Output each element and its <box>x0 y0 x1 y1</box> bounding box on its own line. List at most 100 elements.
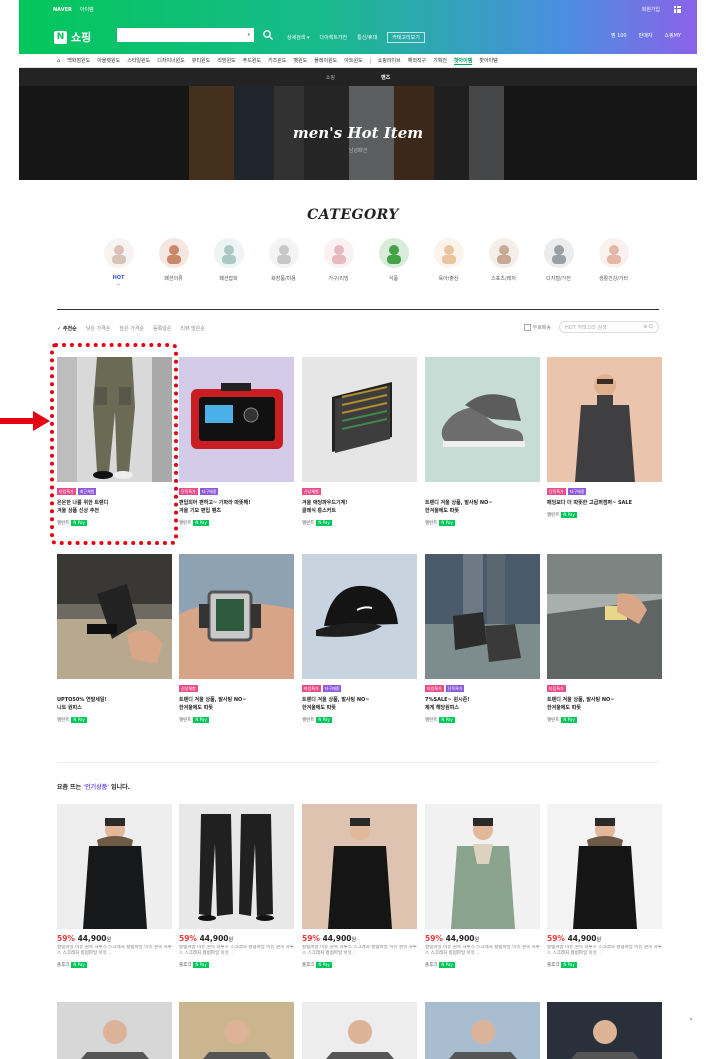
category-item[interactable]: 스포츠/레저 <box>487 238 520 287</box>
product-name[interactable]: 트렌디 겨울 상품, 발사팅 NO~ 한겨울에도 따뜻 <box>547 696 662 712</box>
wishlist-link[interactable]: 찜 100 <box>611 32 627 39</box>
category-item[interactable]: 패션잡화 <box>212 238 245 287</box>
product-image[interactable] <box>57 554 172 679</box>
sort-reviews[interactable]: 리뷰 많은순 <box>180 325 205 332</box>
product-card[interactable]: 타임특가 트렌디 겨울 상품, 발사팅 NO~ 한겨울에도 따뜻 앨런트 N Pay <box>547 554 662 723</box>
product-image[interactable] <box>547 804 662 929</box>
product-desc[interactable]: 컬럼파일 이유 원목 하루스 스크래처 컬럼파일 이유 원목 하루스 스크래처 … <box>57 945 172 957</box>
product-image[interactable] <box>547 554 662 679</box>
seller-link[interactable]: 판매자 <box>639 32 653 39</box>
category-item[interactable]: 패션의류 <box>157 238 190 287</box>
product-image[interactable] <box>302 804 417 929</box>
product-desc[interactable]: 컬럼파일 이유 원목 하루스 스크래처 컬럼파일 이유 원목 하루스 스크래처 … <box>179 945 294 957</box>
product-image[interactable] <box>547 1002 662 1059</box>
signup-link[interactable]: 회원가입 <box>642 6 660 13</box>
popular-card-partial[interactable] <box>302 1002 417 1059</box>
product-name[interactable]: 편입되어 편하고~ 기파라 따뜻해! 겨울 기모 편입 팬츠 <box>179 499 294 515</box>
popular-card[interactable]: 59% 44,900원 컬럼파일 이유 원목 하루스 스크래처 컬럼파일 이유 원… <box>425 804 540 968</box>
my-shopping-link[interactable]: 쇼핑MY <box>664 32 681 39</box>
product-desc[interactable]: 컬럼파일 이유 원목 하루스 스크래처 컬럼파일 이유 원목 하루스 스크래처 … <box>547 945 662 957</box>
search-dropdown-icon[interactable]: ▾ <box>247 32 250 38</box>
popular-card-partial[interactable] <box>179 1002 294 1059</box>
product-card[interactable]: 타임특가 타구매중 트렌디 겨울 상품, 발사팅 NO~ 한겨울에도 따뜻 앨런트 N … <box>302 554 417 723</box>
product-card[interactable]: 단독특가 타구매중 편입되어 편하고~ 기파라 따뜻해! 겨울 기모 편입 팬츠 앨런… <box>179 357 294 526</box>
product-card[interactable]: UPTO50% 연말세일! 니트 원피스 앨런트 N Pay <box>57 554 172 723</box>
product-name[interactable]: 트렌디 겨울 상품, 발사팅 NO~ 한겨울에도 따뜻 <box>179 696 294 712</box>
catnav-item-active[interactable]: 핫아이템 <box>453 57 473 65</box>
naver-home-link[interactable]: NAVER <box>53 7 72 13</box>
tab-mens[interactable]: 맨즈 <box>381 74 390 81</box>
search-input[interactable]: ▾ <box>117 28 254 42</box>
product-desc[interactable]: 컬럼파일 이유 원목 하루스 스크래처 컬럼파일 이유 원목 하루스 스크래처 … <box>425 945 540 957</box>
product-image[interactable] <box>179 804 294 929</box>
product-image[interactable] <box>547 357 662 482</box>
popular-card-partial[interactable] <box>547 1002 662 1059</box>
catnav-item[interactable]: 기획전 <box>433 57 447 64</box>
product-name[interactable]: 트렌디 겨울 상품, 발사팅 NO~ 한겨울에도 따뜻 <box>425 499 540 515</box>
product-image[interactable] <box>425 804 540 929</box>
product-image[interactable] <box>302 1002 417 1059</box>
catnav-item[interactable]: 뷰티윈도 <box>192 57 210 64</box>
product-name[interactable]: 겨울 애딩파우드기계! 클래식 롱스커트 <box>302 499 417 515</box>
free-shipping-filter[interactable]: 무료배송 <box>523 323 551 331</box>
catnav-item[interactable]: 디자이너윈도 <box>157 57 185 64</box>
product-image[interactable] <box>179 357 294 482</box>
catnav-item[interactable]: 키즈윈도 <box>268 57 286 64</box>
tab-shopping[interactable]: 쇼핑 <box>326 74 335 81</box>
sort-high-price[interactable]: 높은 가격순 <box>119 325 144 332</box>
product-card[interactable]: 트렌디 겨울 상품, 발사팅 NO~ 한겨울에도 따뜻 앨런트 N Pay <box>425 357 540 526</box>
category-item[interactable]: 가구/리빙 <box>322 238 355 287</box>
popular-card[interactable]: 59% 44,900원 컬럼파일 이유 원목 하루스 스크래처 컬럼파일 이유 원… <box>302 804 417 968</box>
detail-search-link[interactable]: 상세검색 ▾ <box>287 34 310 41</box>
catnav-item[interactable]: 백화점윈도 <box>67 57 90 64</box>
catnav-item[interactable]: 펫윈도 <box>293 57 307 64</box>
popular-card-partial[interactable] <box>425 1002 540 1059</box>
catnav-item[interactable]: 해외직구 <box>408 57 426 64</box>
product-image[interactable] <box>179 554 294 679</box>
category-view-button[interactable]: 카테고리보기 <box>387 32 425 43</box>
catnav-item[interactable]: 아울렛윈도 <box>97 57 120 64</box>
category-item[interactable]: HOT ⌄ <box>102 238 135 287</box>
category-item[interactable]: 디지털/가전 <box>542 238 575 287</box>
product-image[interactable] <box>302 357 417 482</box>
catnav-item[interactable]: 아트윈도 <box>344 57 362 64</box>
popular-card[interactable]: 59% 44,900원 컬럼파일 이유 원목 하루스 스크래처 컬럼파일 이유 원… <box>57 804 172 968</box>
product-name[interactable]: 패딩보다 더 따뜻한 고급퍼점퍼~ SALE <box>547 499 662 507</box>
product-card[interactable]: 단독특가 타구매중 패딩보다 더 따뜻한 고급퍼점퍼~ SALE 앨런트 N Pay <box>547 357 662 518</box>
product-image[interactable] <box>425 554 540 679</box>
product-image[interactable] <box>425 357 540 482</box>
product-card[interactable]: 신상체험 트렌디 겨울 상품, 발사팅 NO~ 한겨울에도 따뜻 앨런트 N Pay <box>179 554 294 723</box>
service-link[interactable]: 아이템 <box>80 6 94 13</box>
apps-grid-icon[interactable] <box>674 6 681 13</box>
product-desc[interactable]: 컬럼파일 이유 원목 하루스 스크래처 컬럼파일 이유 원목 하루스 스크래처 … <box>302 945 417 957</box>
product-card[interactable]: 타임특가 단독특가 7%SALE~ 윈시즌! 제게 해당원피스 앨런트 N Pay <box>425 554 540 723</box>
category-item[interactable]: 육아/출산 <box>432 238 465 287</box>
catnav-item[interactable]: 플레이윈도 <box>314 57 337 64</box>
category-item[interactable]: 식품 <box>377 238 410 287</box>
catnav-item[interactable]: 스타일윈도 <box>127 57 150 64</box>
popular-card-partial[interactable] <box>57 1002 172 1059</box>
category-search-input[interactable]: HOT 카테고리 검색 ⊗ Q <box>559 321 659 333</box>
product-image[interactable] <box>57 804 172 929</box>
catnav-item[interactable]: 푸드윈도 <box>243 57 261 64</box>
search-icon[interactable]: ⊗ Q <box>643 324 653 330</box>
telecom-link[interactable]: 통신/휴대 <box>357 34 377 41</box>
search-icon[interactable] <box>262 29 274 41</box>
product-name[interactable]: UPTO50% 연말세일! 니트 원피스 <box>57 696 172 712</box>
product-image[interactable] <box>425 1002 540 1059</box>
product-name[interactable]: 7%SALE~ 윈시즌! 제게 해당원피스 <box>425 696 540 712</box>
popular-card[interactable]: 59% 44,900원 컬럼파일 이유 원목 하루스 스크래처 컬럼파일 이유 원… <box>179 804 294 968</box>
popular-card[interactable]: 59% 44,900원 컬럼파일 이유 원목 하루스 스크래처 컬럼파일 이유 원… <box>547 804 662 968</box>
shopping-logo[interactable]: N 쇼핑 <box>54 29 91 45</box>
catnav-item[interactable]: 핫아이템 <box>479 57 497 64</box>
category-item[interactable]: 생활건강/기타 <box>597 238 630 287</box>
product-image[interactable] <box>302 554 417 679</box>
catnav-item[interactable]: 리빙윈도 <box>217 57 235 64</box>
product-image[interactable] <box>57 1002 172 1059</box>
product-card[interactable]: 신상체험 겨울 애딩파우드기계! 클래식 롱스커트 앨런트 N Pay <box>302 357 417 526</box>
catnav-item[interactable]: 쇼핑라이브 <box>378 57 401 64</box>
product-image[interactable] <box>179 1002 294 1059</box>
product-name[interactable]: 트렌디 겨울 상품, 발사팅 NO~ 한겨울에도 따뜻 <box>302 696 417 712</box>
sort-low-price[interactable]: 낮은 가격순 <box>86 325 111 332</box>
sort-recommend[interactable]: ✓ 추천순 <box>57 325 77 332</box>
